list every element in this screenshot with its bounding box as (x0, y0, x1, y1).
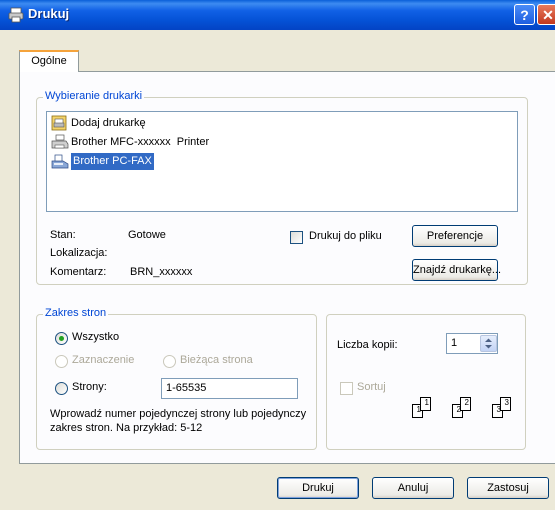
print-to-file-label[interactable]: Drukuj do pliku (309, 230, 382, 242)
all-pages-label[interactable]: Wszystko (72, 331, 119, 343)
add-printer-icon (51, 115, 67, 131)
pages-radio[interactable] (55, 382, 68, 395)
printer-list[interactable]: Dodaj drukarkę Brother MFC-xxxxxx Printe… (46, 111, 518, 212)
status-value: Gotowe (128, 229, 166, 241)
print-dialog: Drukuj ? ✕ Ogólne Wybieranie drukarki Do… (0, 0, 555, 510)
tab-label: Ogólne (31, 55, 67, 67)
radio-selected-dot (59, 336, 64, 341)
comment-label: Komentarz: (50, 266, 107, 278)
printer-icon (8, 7, 24, 23)
copies-spinner[interactable] (480, 335, 497, 352)
close-button[interactable]: ✕ (537, 4, 555, 25)
help-button[interactable]: ? (514, 4, 535, 25)
pages-label[interactable]: Strony: (72, 381, 107, 393)
printer-item-label: Brother MFC-xxxxxx Printer (71, 136, 210, 148)
status-label: Stan: (50, 229, 76, 241)
printer-icon (51, 134, 69, 149)
group-label: Zakres stron (43, 307, 109, 319)
all-pages-radio[interactable] (55, 332, 68, 345)
comment-value: BRN_xxxxxx (130, 266, 193, 278)
selection-radio[interactable] (55, 355, 68, 368)
cancel-button[interactable]: Anuluj (372, 477, 454, 499)
fax-icon (51, 154, 69, 169)
current-page-radio[interactable] (163, 355, 176, 368)
print-button[interactable]: Drukuj (277, 477, 359, 499)
collate-checkbox[interactable] (340, 382, 353, 395)
copies-label: Liczba kopii: (337, 339, 398, 351)
print-to-file-checkbox[interactable] (290, 231, 303, 244)
window-title: Drukuj (28, 6, 70, 21)
collate-page: 2 (460, 397, 471, 411)
apply-button[interactable]: Zastosuj (467, 477, 549, 499)
tab-general[interactable]: Ogólne (19, 50, 79, 72)
printer-item-label: Dodaj drukarkę (71, 117, 146, 129)
group-label: Wybieranie drukarki (43, 90, 145, 102)
find-printer-button[interactable]: Znajdź drukarkę... (412, 259, 501, 281)
location-label: Lokalizacja: (50, 247, 108, 259)
collate-page: 1 (420, 397, 431, 411)
spinner-arrows-icon (485, 338, 492, 349)
selection-label: Zaznaczenie (72, 354, 135, 366)
current-page-label: Bieżąca strona (180, 354, 253, 366)
preferences-button[interactable]: Preferencje (412, 225, 498, 247)
printer-item-label: Brother PC-FAX (71, 153, 154, 170)
page-range-hint: Wprowadź numer pojedynczej strony lub po… (50, 408, 307, 434)
collate-label: Sortuj (357, 381, 386, 393)
collate-page: 3 (500, 397, 511, 411)
pages-input[interactable]: 1-65535 (161, 378, 298, 399)
title-bar[interactable]: Drukuj ? ✕ (0, 0, 555, 30)
